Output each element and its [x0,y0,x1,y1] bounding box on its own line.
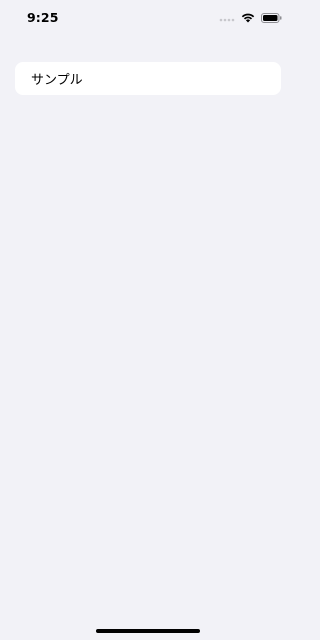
status-bar: 9:25 [0,0,296,36]
home-indicator[interactable] [96,629,200,633]
list-item[interactable]: サンプル [15,62,281,95]
status-time: 9:25 [27,10,59,25]
wifi-icon [241,13,255,23]
cellular-icon [219,13,235,23]
list-item-label: サンプル [31,73,83,88]
battery-icon [261,13,282,23]
status-icons [219,12,282,24]
